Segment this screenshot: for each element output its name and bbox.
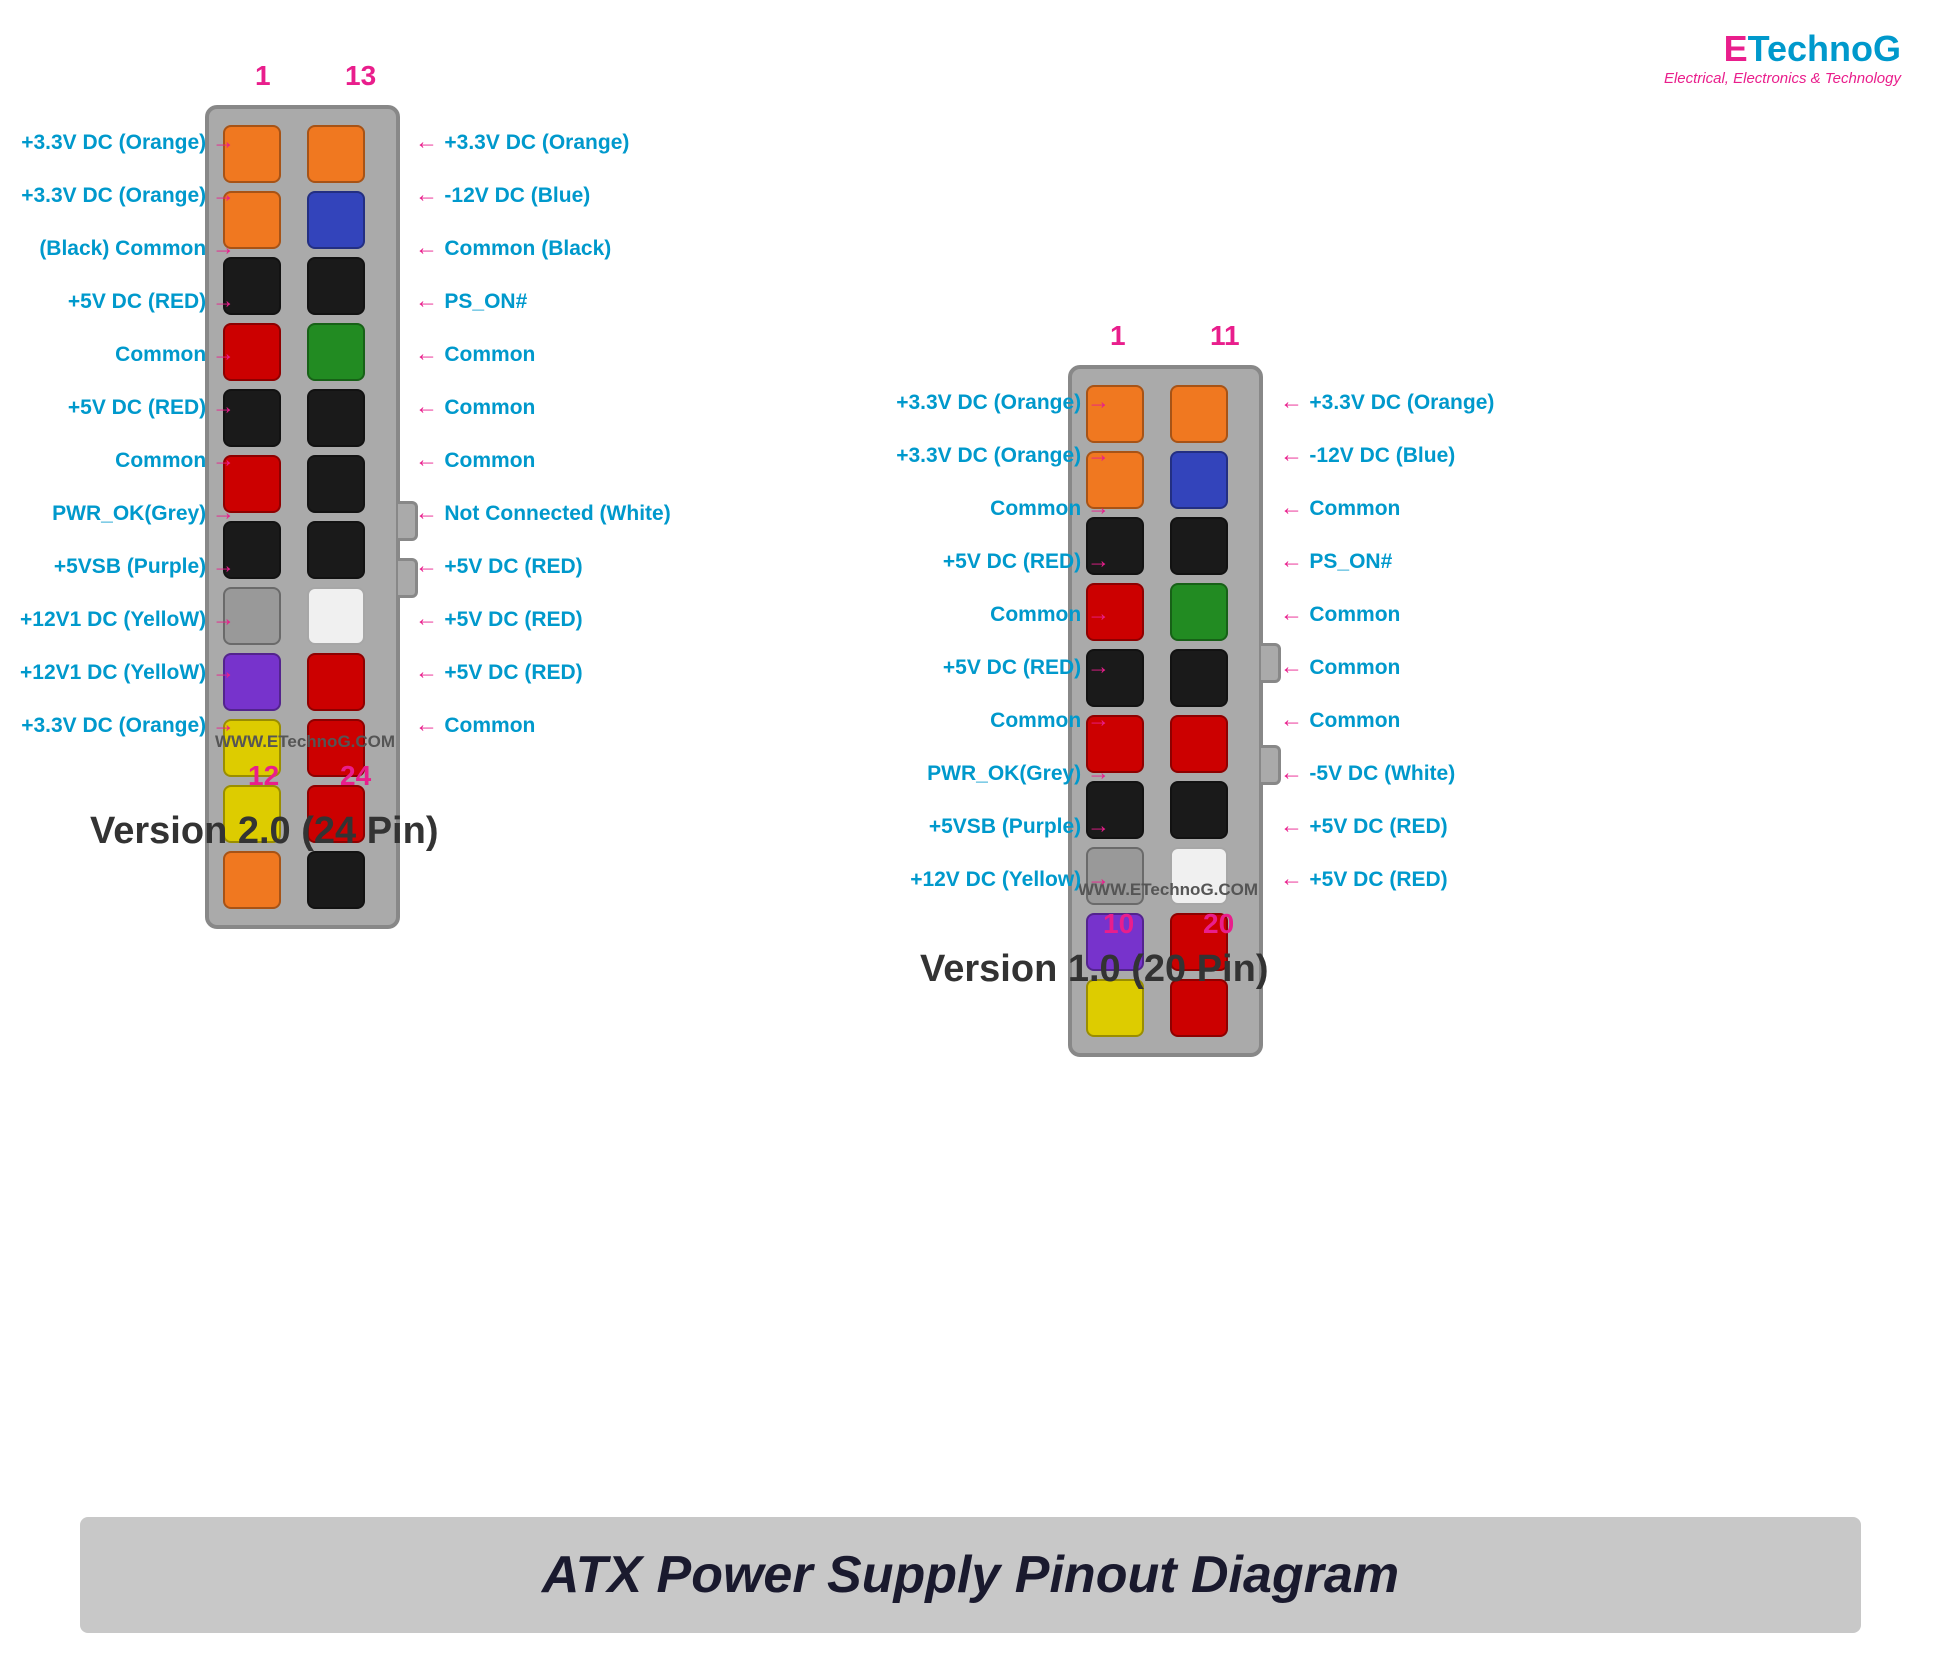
pin — [307, 851, 365, 909]
pin — [307, 125, 365, 183]
v20-left-label: Common → — [990, 600, 1110, 627]
v24-right-label: ← PS_ON# — [415, 287, 527, 314]
v20-num-top-left: 1 — [1110, 320, 1126, 352]
v20-right-label: ← PS_ON# — [1280, 547, 1392, 574]
bottom-banner: ATX Power Supply Pinout Diagram — [80, 1517, 1861, 1633]
logo-sub: Electrical, Electronics & Technology — [1664, 70, 1901, 87]
logo-technog: TechnoG — [1748, 28, 1901, 69]
v20-left-label: +12V DC (Yellow) → — [910, 865, 1110, 892]
pin — [1170, 781, 1228, 839]
v24-left-label: +3.3V DC (Orange) → — [21, 128, 235, 155]
v20-right-label: ← Common — [1280, 653, 1400, 680]
pin — [1170, 649, 1228, 707]
pin — [223, 851, 281, 909]
v24-right-label: ← +5V DC (RED) — [415, 658, 583, 685]
pin — [307, 257, 365, 315]
v24-num-top-left: 1 — [255, 60, 271, 92]
logo-e: E — [1724, 28, 1748, 69]
v24-right-label: ← Common — [415, 446, 535, 473]
pin — [1170, 451, 1228, 509]
pin — [307, 389, 365, 447]
pin — [307, 521, 365, 579]
v24-left-label: +5V DC (RED) → — [68, 287, 235, 314]
v24-left-label: Common → — [115, 340, 235, 367]
v24-num-top-right: 13 — [345, 60, 376, 92]
v20-right-label: ← +5V DC (RED) — [1280, 812, 1448, 839]
v24-right-label: ← +5V DC (RED) — [415, 605, 583, 632]
pin — [307, 653, 365, 711]
v24-left-label: +12V1 DC (YelloW) → — [20, 658, 235, 685]
v20-right-label: ← -12V DC (Blue) — [1280, 441, 1455, 468]
pin — [307, 587, 365, 645]
v24-num-bot-right: 24 — [340, 760, 371, 792]
v24-version: Version 2.0 (24 Pin) — [90, 810, 438, 853]
v24-right-label: ← Not Connected (White) — [415, 499, 671, 526]
v24-left-label: +12V1 DC (YelloW) → — [20, 605, 235, 632]
v20-right-label: ← +3.3V DC (Orange) — [1280, 388, 1494, 415]
v24-left-label: +3.3V DC (Orange) → — [21, 181, 235, 208]
pin — [307, 323, 365, 381]
pin — [1170, 517, 1228, 575]
bottom-banner-text: ATX Power Supply Pinout Diagram — [80, 1545, 1861, 1605]
pin — [1170, 715, 1228, 773]
pin — [307, 191, 365, 249]
v24-num-bot-left: 12 — [248, 760, 279, 792]
v24-right-label: ← -12V DC (Blue) — [415, 181, 590, 208]
v20-right-label: ← Common — [1280, 600, 1400, 627]
v24-left-label: +5VSB (Purple) → — [54, 552, 235, 579]
v24-left-label: +3.3V DC (Orange) → — [21, 711, 235, 738]
pin — [307, 455, 365, 513]
logo: ETechnoG Electrical, Electronics & Techn… — [1664, 28, 1901, 87]
v24-left-label: (Black) Common → — [39, 234, 235, 261]
v24-right-label: ← Common (Black) — [415, 234, 611, 261]
v20-right-label: ← +5V DC (RED) — [1280, 865, 1448, 892]
v24-watermark: WWW.ETechnoG.COM — [215, 732, 395, 752]
v24-right-label: ← +5V DC (RED) — [415, 552, 583, 579]
v20-num-bot-right: 20 — [1203, 908, 1234, 940]
v24-right-label: ← Common — [415, 393, 535, 420]
v20-num-bot-left: 10 — [1103, 908, 1134, 940]
pin — [1170, 385, 1228, 443]
v20-left-label: +3.3V DC (Orange) → — [896, 441, 1110, 468]
pin — [1170, 583, 1228, 641]
v24-left-label: PWR_OK(Grey) → — [52, 499, 235, 526]
v20-left-label: Common → — [990, 494, 1110, 521]
v24-left-label: Common → — [115, 446, 235, 473]
v20-version: Version 1.0 (20 Pin) — [920, 948, 1268, 991]
v24-right-label: ← +3.3V DC (Orange) — [415, 128, 629, 155]
v20-left-label: PWR_OK(Grey) → — [927, 759, 1110, 786]
v20-left-label: +5VSB (Purple) → — [929, 812, 1110, 839]
v24-right-label: ← Common — [415, 711, 535, 738]
v20-left-label: +3.3V DC (Orange) → — [896, 388, 1110, 415]
v20-left-label: +5V DC (RED) → — [943, 547, 1110, 574]
v24-right-label: ← Common — [415, 340, 535, 367]
v24-left-label: +5V DC (RED) → — [68, 393, 235, 420]
v20-right-label: ← -5V DC (White) — [1280, 759, 1455, 786]
v20-right-label: ← Common — [1280, 706, 1400, 733]
v20-left-label: Common → — [990, 706, 1110, 733]
v20-right-label: ← Common — [1280, 494, 1400, 521]
v20-left-label: +5V DC (RED) → — [943, 653, 1110, 680]
v20-num-top-right: 11 — [1210, 320, 1240, 352]
